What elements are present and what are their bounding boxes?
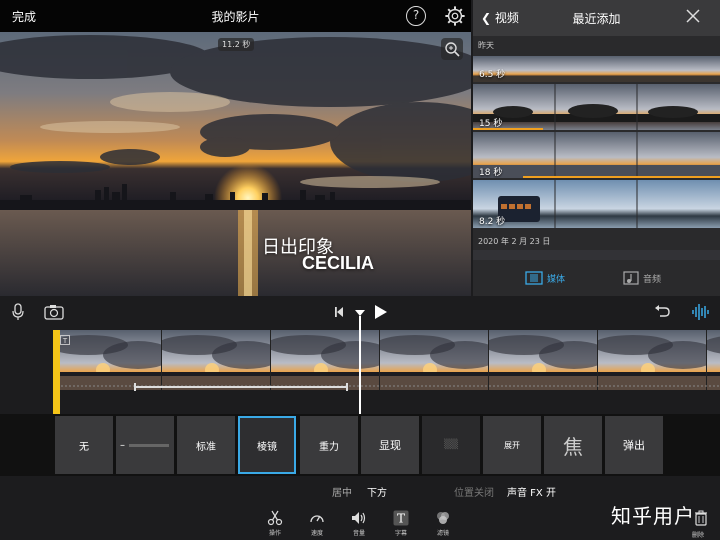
- tab-media[interactable]: 媒体: [525, 271, 565, 285]
- align-bottom-option[interactable]: 下方: [367, 484, 387, 499]
- media-clip[interactable]: 8.2 秒: [473, 180, 720, 228]
- timeline-clip[interactable]: [53, 330, 720, 414]
- watermark-text: 知乎用户: [611, 504, 695, 528]
- sound-fx-option[interactable]: 声音 FX 开: [507, 484, 556, 499]
- title-style-focus[interactable]: 焦: [544, 416, 602, 474]
- clip-duration: 8.2 秒: [479, 217, 506, 227]
- help-icon[interactable]: ?: [406, 6, 426, 26]
- volume-tool[interactable]: 音量: [339, 510, 379, 537]
- clip-thumbnail: [473, 56, 720, 82]
- microphone-icon[interactable]: [11, 303, 25, 321]
- tab-media-label: 媒体: [547, 274, 566, 285]
- clip-duration: 6.5 秒: [479, 70, 506, 80]
- section-header-date: 2020 年 2 月 23 日: [478, 237, 551, 246]
- title-overlay-line2[interactable]: CECILIA: [302, 253, 374, 274]
- title-style-standard-line[interactable]: –: [116, 416, 174, 474]
- clip-thumbnail: [473, 180, 720, 228]
- title-duration-bar[interactable]: [135, 386, 347, 388]
- filter-circles-icon: [437, 512, 449, 524]
- filters-tool-label: 滤镜: [436, 530, 449, 537]
- trash-icon[interactable]: [694, 510, 708, 526]
- title-style-gravity[interactable]: 重力: [300, 416, 358, 474]
- location-off-option[interactable]: 位置关闭: [454, 484, 494, 499]
- align-center-option[interactable]: 居中: [332, 484, 352, 499]
- clip-duration: 18 秒: [479, 168, 503, 178]
- tab-audio-label: 音频: [643, 274, 662, 285]
- delete-label: 删除: [692, 532, 705, 539]
- text-t-icon: T: [393, 510, 409, 526]
- volume-tool-label: 音量: [352, 530, 365, 537]
- title-style-faded[interactable]: ▒▒: [422, 416, 480, 474]
- style-preview-line: [129, 443, 169, 447]
- filters-tool[interactable]: 滤镜: [423, 510, 463, 537]
- movie-viewer: 完成 我的影片 ? 11.2 秒 日出印象 CECILIA: [0, 0, 471, 296]
- style-preview-ghost: ▒▒: [444, 440, 458, 450]
- title-start-handle[interactable]: [134, 383, 136, 391]
- title-marker-icon: T: [60, 335, 70, 345]
- svg-text:T: T: [62, 337, 68, 345]
- film-icon: [525, 271, 543, 285]
- play-icon[interactable]: [374, 304, 388, 320]
- media-clip[interactable]: 18 秒: [473, 132, 720, 178]
- title-style-pop[interactable]: 弹出: [605, 416, 663, 474]
- title-options-bar: 居中 下方 位置关闭 声音 FX 开: [0, 478, 720, 502]
- speaker-icon: [352, 512, 366, 524]
- used-indicator: [523, 176, 720, 178]
- browser-tab-bar: 媒体 音频: [473, 262, 720, 296]
- audio-waveform-icon[interactable]: [691, 303, 709, 321]
- speedometer-icon: [310, 515, 324, 523]
- title-style-none[interactable]: 无: [55, 416, 113, 474]
- title-end-handle[interactable]: [346, 383, 348, 391]
- skip-to-start-icon[interactable]: [334, 306, 344, 318]
- speed-tool[interactable]: 速度: [297, 510, 337, 537]
- actions-tool[interactable]: 操作: [255, 510, 295, 537]
- media-clip[interactable]: 6.5 秒: [473, 56, 720, 82]
- svg-text:T: T: [397, 512, 405, 526]
- tab-audio[interactable]: 音频: [623, 271, 661, 285]
- movie-title: 我的影片: [211, 10, 260, 24]
- clip-strip-peek: [473, 250, 720, 260]
- actions-tool-label: 操作: [268, 530, 281, 537]
- clip-trim-handle[interactable]: [53, 330, 60, 414]
- titles-tool[interactable]: T 字幕: [381, 510, 421, 537]
- clip-thumbnail: [473, 84, 720, 130]
- music-note-icon: [623, 271, 639, 285]
- clip-duration-badge: 11.2 秒: [218, 38, 255, 51]
- title-style-picker: 无 – 标准 棱镜 重力 显现 ▒▒ 展开 焦 弹出: [0, 414, 720, 476]
- titles-tool-label: 字幕: [394, 530, 407, 537]
- undo-icon[interactable]: [654, 304, 670, 318]
- title-style-expand[interactable]: 展开: [483, 416, 541, 474]
- browser-toolbar: ❮ 视频 最近添加: [473, 0, 720, 36]
- clip-thumbnail: [473, 132, 720, 178]
- media-browser: ❮ 视频 最近添加 昨天 6.5 秒 15 秒 18 秒 8.2 秒 2020 …: [473, 0, 720, 296]
- camera-icon[interactable]: [44, 304, 64, 320]
- title-style-standard[interactable]: 标准: [177, 416, 235, 474]
- speed-tool-label: 速度: [310, 530, 323, 537]
- gear-icon[interactable]: [444, 5, 466, 27]
- browser-title: 最近添加: [572, 12, 621, 26]
- close-icon[interactable]: [686, 9, 700, 23]
- scissors-icon: [267, 510, 283, 526]
- playhead[interactable]: [359, 316, 361, 414]
- style-preview-text: –: [120, 439, 125, 451]
- video-preview[interactable]: [0, 32, 471, 296]
- zoom-icon[interactable]: [441, 38, 463, 60]
- viewer-toolbar: 完成 我的影片 ?: [0, 0, 471, 32]
- section-header-yesterday: 昨天: [478, 41, 494, 50]
- used-indicator: [473, 128, 543, 130]
- title-style-reveal[interactable]: 显现: [361, 416, 419, 474]
- timeline-clip-frames: [53, 330, 720, 414]
- media-clip[interactable]: 15 秒: [473, 84, 720, 130]
- title-style-prism[interactable]: 棱镜: [238, 416, 296, 474]
